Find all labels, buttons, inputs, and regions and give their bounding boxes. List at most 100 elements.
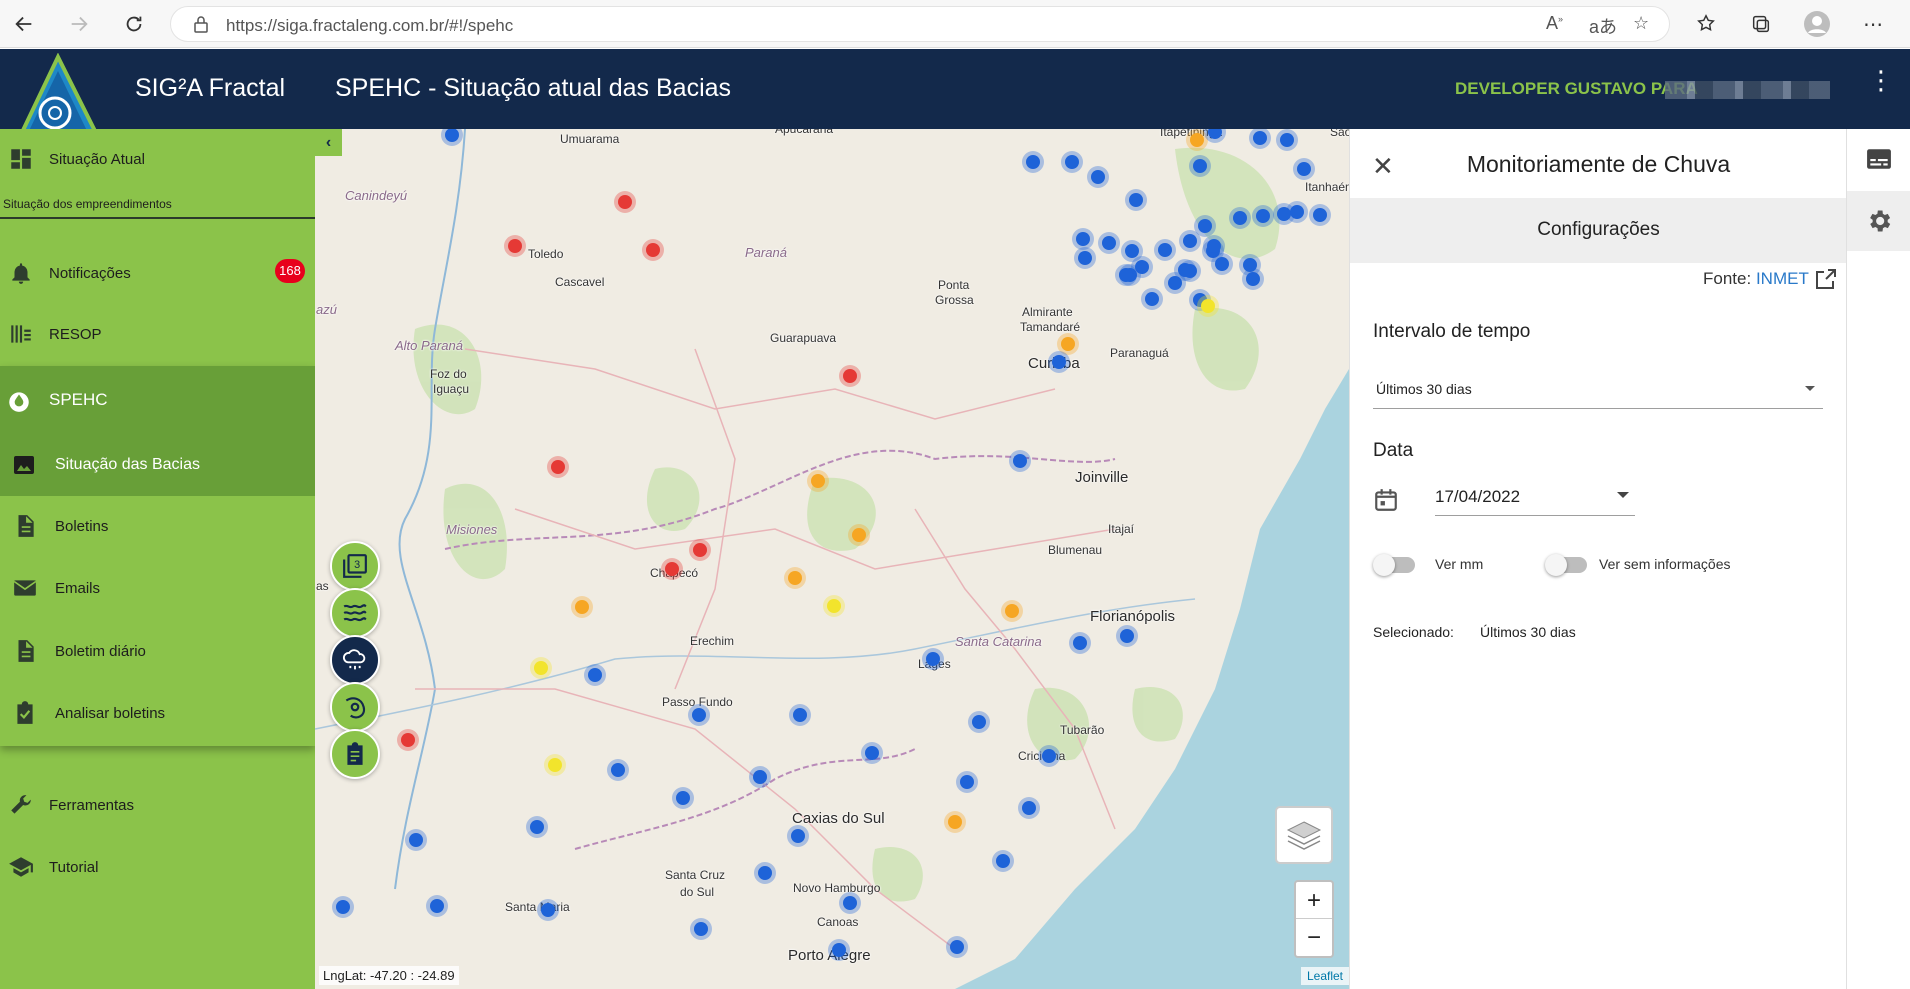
external-link-icon[interactable] — [1814, 267, 1838, 291]
toggle-ver-mm[interactable] — [1373, 554, 1415, 576]
map-fab-filter-3[interactable]: 3 — [330, 541, 380, 591]
station-marker[interactable] — [1201, 299, 1215, 313]
station-marker[interactable] — [1198, 219, 1212, 233]
station-marker[interactable] — [1135, 260, 1149, 274]
station-marker[interactable] — [793, 708, 807, 722]
station-marker[interactable] — [1313, 208, 1327, 222]
station-marker[interactable] — [852, 528, 866, 542]
station-marker[interactable] — [336, 900, 350, 914]
station-marker[interactable] — [865, 746, 879, 760]
station-marker[interactable] — [1078, 251, 1092, 265]
map-tiles[interactable] — [315, 129, 1349, 989]
station-marker[interactable] — [827, 599, 841, 613]
profile-avatar-icon[interactable] — [1801, 8, 1833, 40]
station-marker[interactable] — [753, 770, 767, 784]
collections-icon[interactable] — [1745, 8, 1777, 40]
station-marker[interactable] — [996, 854, 1010, 868]
station-marker[interactable] — [791, 829, 805, 843]
map-fab-assignment[interactable] — [330, 729, 380, 779]
sidebar-item-boletim-diario[interactable]: Boletim diário — [0, 621, 315, 681]
station-marker[interactable] — [1233, 211, 1247, 225]
station-marker[interactable] — [1178, 263, 1192, 277]
toggle-sem-info[interactable] — [1545, 554, 1587, 576]
station-marker[interactable] — [534, 661, 548, 675]
map-fab-waves[interactable] — [330, 588, 380, 638]
station-marker[interactable] — [618, 195, 632, 209]
url-text[interactable]: https://siga.fractaleng.com.br/#!/spehc — [226, 16, 513, 36]
station-marker[interactable] — [1129, 193, 1143, 207]
date-value[interactable]: 17/04/2022 — [1435, 487, 1520, 507]
station-marker[interactable] — [1073, 636, 1087, 650]
station-marker[interactable] — [972, 715, 986, 729]
station-marker[interactable] — [676, 791, 690, 805]
sidebar-item-notificacoes[interactable]: Notificações — [0, 243, 315, 303]
sidebar-item-analisar-boletins[interactable]: Analisar boletins — [0, 683, 315, 743]
config-section-header[interactable]: Configurações — [1350, 198, 1847, 263]
station-marker[interactable] — [948, 815, 962, 829]
address-bar[interactable]: https://siga.fractaleng.com.br/#!/spehc … — [170, 6, 1670, 42]
date-field[interactable]: 17/04/2022 — [1435, 474, 1635, 516]
station-marker[interactable] — [508, 239, 522, 253]
station-marker[interactable] — [1125, 244, 1139, 258]
station-marker[interactable] — [694, 922, 708, 936]
collapse-sidebar-button[interactable]: ‹ — [315, 129, 342, 156]
station-marker[interactable] — [1277, 207, 1291, 221]
leaflet-attribution-link[interactable]: Leaflet — [1300, 967, 1349, 985]
station-marker[interactable] — [960, 775, 974, 789]
sidebar-item-tutorial[interactable]: Tutorial — [0, 837, 315, 897]
map-layers-button[interactable] — [1275, 806, 1333, 864]
station-marker[interactable] — [843, 896, 857, 910]
sidebar-item-emails[interactable]: Emails — [0, 558, 315, 618]
station-marker[interactable] — [1256, 209, 1270, 223]
station-marker[interactable] — [1065, 155, 1079, 169]
map-view[interactable]: UmuaramaApucaranaItapetiningaSãoItanhaém… — [315, 129, 1349, 989]
sidebar-item-situacao-atual[interactable]: Situação Atual — [0, 129, 315, 189]
menu-kebab-icon[interactable]: ⋮ — [1868, 67, 1894, 103]
station-marker[interactable] — [811, 474, 825, 488]
user-name[interactable]: DEVELOPER GUSTAVO PARA — [1455, 79, 1698, 99]
station-marker[interactable] — [430, 899, 444, 913]
station-marker[interactable] — [1158, 243, 1172, 257]
app-name[interactable]: SIG²A Fractal — [135, 74, 285, 103]
station-marker[interactable] — [950, 940, 964, 954]
station-marker[interactable] — [1193, 159, 1207, 173]
station-marker[interactable] — [1042, 749, 1056, 763]
station-marker[interactable] — [409, 833, 423, 847]
favorites-icon[interactable] — [1690, 8, 1722, 40]
sidebar-item-spehc[interactable]: SPEHC — [0, 366, 315, 436]
station-marker[interactable] — [1022, 801, 1036, 815]
station-marker[interactable] — [588, 668, 602, 682]
station-marker[interactable] — [1120, 629, 1134, 643]
station-marker[interactable] — [1119, 268, 1133, 282]
station-marker[interactable] — [548, 758, 562, 772]
station-marker[interactable] — [401, 733, 415, 747]
station-marker[interactable] — [1207, 239, 1221, 253]
station-marker[interactable] — [1215, 257, 1229, 271]
forward-icon[interactable] — [63, 8, 95, 40]
sidebar-item-boletins[interactable]: Boletins — [0, 496, 315, 556]
station-marker[interactable] — [575, 600, 589, 614]
station-marker[interactable] — [1168, 276, 1182, 290]
map-fab-cyclone[interactable] — [330, 682, 380, 732]
read-aloud-icon[interactable]: A» — [1546, 13, 1563, 34]
sidebar-item-resop[interactable]: RESOP — [0, 304, 315, 364]
station-marker[interactable] — [1246, 272, 1260, 286]
station-marker[interactable] — [832, 943, 846, 957]
station-marker[interactable] — [1102, 236, 1116, 250]
favorite-add-icon[interactable]: ☆ — [1633, 13, 1649, 34]
map-fab-rain[interactable] — [330, 635, 380, 685]
more-options-icon[interactable]: ⋯ — [1857, 8, 1889, 40]
station-marker[interactable] — [1052, 355, 1066, 369]
source-link[interactable]: INMET — [1756, 269, 1809, 288]
station-marker[interactable] — [1183, 234, 1197, 248]
station-marker[interactable] — [1290, 205, 1304, 219]
station-marker[interactable] — [1091, 170, 1105, 184]
station-marker[interactable] — [1243, 258, 1257, 272]
station-marker[interactable] — [1280, 133, 1294, 147]
rail-subtitles-button[interactable] — [1847, 129, 1910, 189]
station-marker[interactable] — [646, 243, 660, 257]
station-marker[interactable] — [926, 652, 940, 666]
station-marker[interactable] — [843, 369, 857, 383]
back-icon[interactable] — [8, 8, 40, 40]
station-marker[interactable] — [1061, 337, 1075, 351]
